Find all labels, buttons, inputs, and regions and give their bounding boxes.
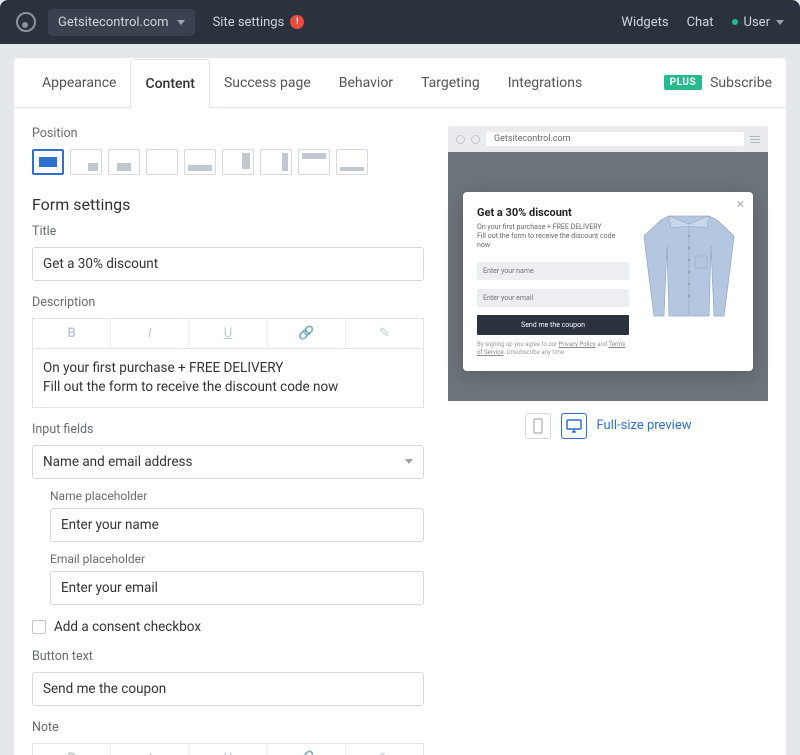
name-placeholder-input[interactable] [50,508,424,542]
link-button[interactable]: 🔗 [268,744,346,755]
right-column: Getsitecontrol.com ✕ Get a 30% discount … [448,126,768,755]
position-option-full[interactable] [146,149,178,175]
subscribe-link[interactable]: Subscribe [710,75,772,91]
name-placeholder-label: Name placeholder [50,489,424,503]
input-fields-select[interactable]: Name and email address [32,445,424,479]
checkbox-icon [32,620,46,634]
italic-button[interactable]: I [111,744,189,755]
top-bar: Getsitecontrol.com Site settings ! Widge… [0,0,800,44]
chevron-down-icon [177,20,185,25]
position-option-top-strip[interactable] [298,149,330,175]
preview-stage: ✕ Get a 30% discount On your first purch… [448,152,768,401]
link-button[interactable]: 🔗 [268,319,346,348]
email-placeholder-label: Email placeholder [50,552,424,566]
position-option-bottom-bar[interactable] [336,149,368,175]
button-text-input[interactable] [32,672,424,706]
preview-name-input[interactable] [477,262,629,280]
preview-popup: ✕ Get a 30% discount On your first purch… [463,192,753,371]
chevron-down-icon [776,20,784,25]
description-line1: On your first purchase + FREE DELIVERY [43,360,283,376]
main-panel: Position Form settings Title Description… [14,108,786,755]
preview-email-input[interactable] [477,289,629,307]
mobile-preview-button[interactable] [525,413,551,439]
description-line2: Fill out the form to receive the discoun… [43,379,338,395]
chevron-down-icon [405,459,413,464]
site-settings-link[interactable]: Site settings ! [213,15,305,30]
preview-url: Getsitecontrol.com [486,132,744,146]
hamburger-icon [750,136,760,143]
note-label: Note [32,720,424,735]
bold-button[interactable]: B [33,744,111,755]
site-picker[interactable]: Getsitecontrol.com [48,9,195,36]
position-option-bottom-right-small[interactable] [70,149,102,175]
preview-submit-button[interactable]: Send me the coupon [477,315,629,335]
desktop-preview-button[interactable] [561,413,587,439]
button-text-label: Button text [32,649,424,664]
tab-targeting[interactable]: Targeting [407,59,494,107]
logo-icon [16,12,36,32]
preview-note: By signing up you agree to our Privacy P… [477,341,629,357]
underline-button[interactable]: U [189,744,267,755]
preview-browser-bar: Getsitecontrol.com [448,126,768,152]
tab-integrations[interactable]: Integrations [494,59,596,107]
input-fields-label: Input fields [32,422,424,437]
position-option-bottom-strip[interactable] [184,149,216,175]
preview-controls: Full-size preview [448,413,768,439]
browser-dot-icon [471,135,480,144]
note-toolbar: B I U 🔗 ✎ [32,743,424,755]
edit-button[interactable]: ✎ [346,319,423,348]
alert-icon: ! [290,15,304,29]
form-settings-heading: Form settings [32,195,424,214]
tabs-bar: Appearance Content Success page Behavior… [14,58,786,108]
site-name: Getsitecontrol.com [58,15,169,30]
nav-widgets[interactable]: Widgets [621,15,668,30]
input-fields-value: Name and email address [43,454,192,470]
position-option-center[interactable] [32,149,64,175]
preview-title: Get a 30% discount [477,206,629,219]
preview-desc: On your first purchase + FREE DELIVERY F… [477,223,629,250]
tab-behavior[interactable]: Behavior [325,59,407,107]
position-option-bottom-center[interactable] [108,149,140,175]
underline-button[interactable]: U [189,319,267,348]
status-dot-icon [732,19,738,25]
tab-success-page[interactable]: Success page [210,59,325,107]
site-settings-label: Site settings [213,15,285,30]
position-label: Position [32,126,424,141]
tab-content[interactable]: Content [130,59,210,108]
position-thumbs [32,149,424,175]
position-option-right-strip[interactable] [260,149,292,175]
left-column: Position Form settings Title Description… [32,126,424,755]
product-image [639,206,739,326]
position-option-top-right[interactable] [222,149,254,175]
user-label: User [744,15,770,30]
title-label: Title [32,224,424,239]
description-toolbar: B I U 🔗 ✎ [32,318,424,348]
title-input[interactable] [32,247,424,281]
email-placeholder-input[interactable] [50,571,424,605]
browser-dot-icon [456,135,465,144]
bold-button[interactable]: B [33,319,111,348]
user-menu[interactable]: User [732,15,784,30]
description-input[interactable]: On your first purchase + FREE DELIVERY F… [32,348,424,408]
preview-frame: Getsitecontrol.com ✕ Get a 30% discount … [448,126,768,401]
consent-label: Add a consent checkbox [54,619,201,635]
plus-badge: PLUS [664,75,702,90]
tab-appearance[interactable]: Appearance [28,59,130,107]
nav-chat[interactable]: Chat [687,15,714,30]
description-label: Description [32,295,424,310]
full-size-preview-link[interactable]: Full-size preview [597,418,692,433]
italic-button[interactable]: I [111,319,189,348]
edit-button[interactable]: ✎ [346,744,423,755]
consent-checkbox[interactable]: Add a consent checkbox [32,619,424,635]
